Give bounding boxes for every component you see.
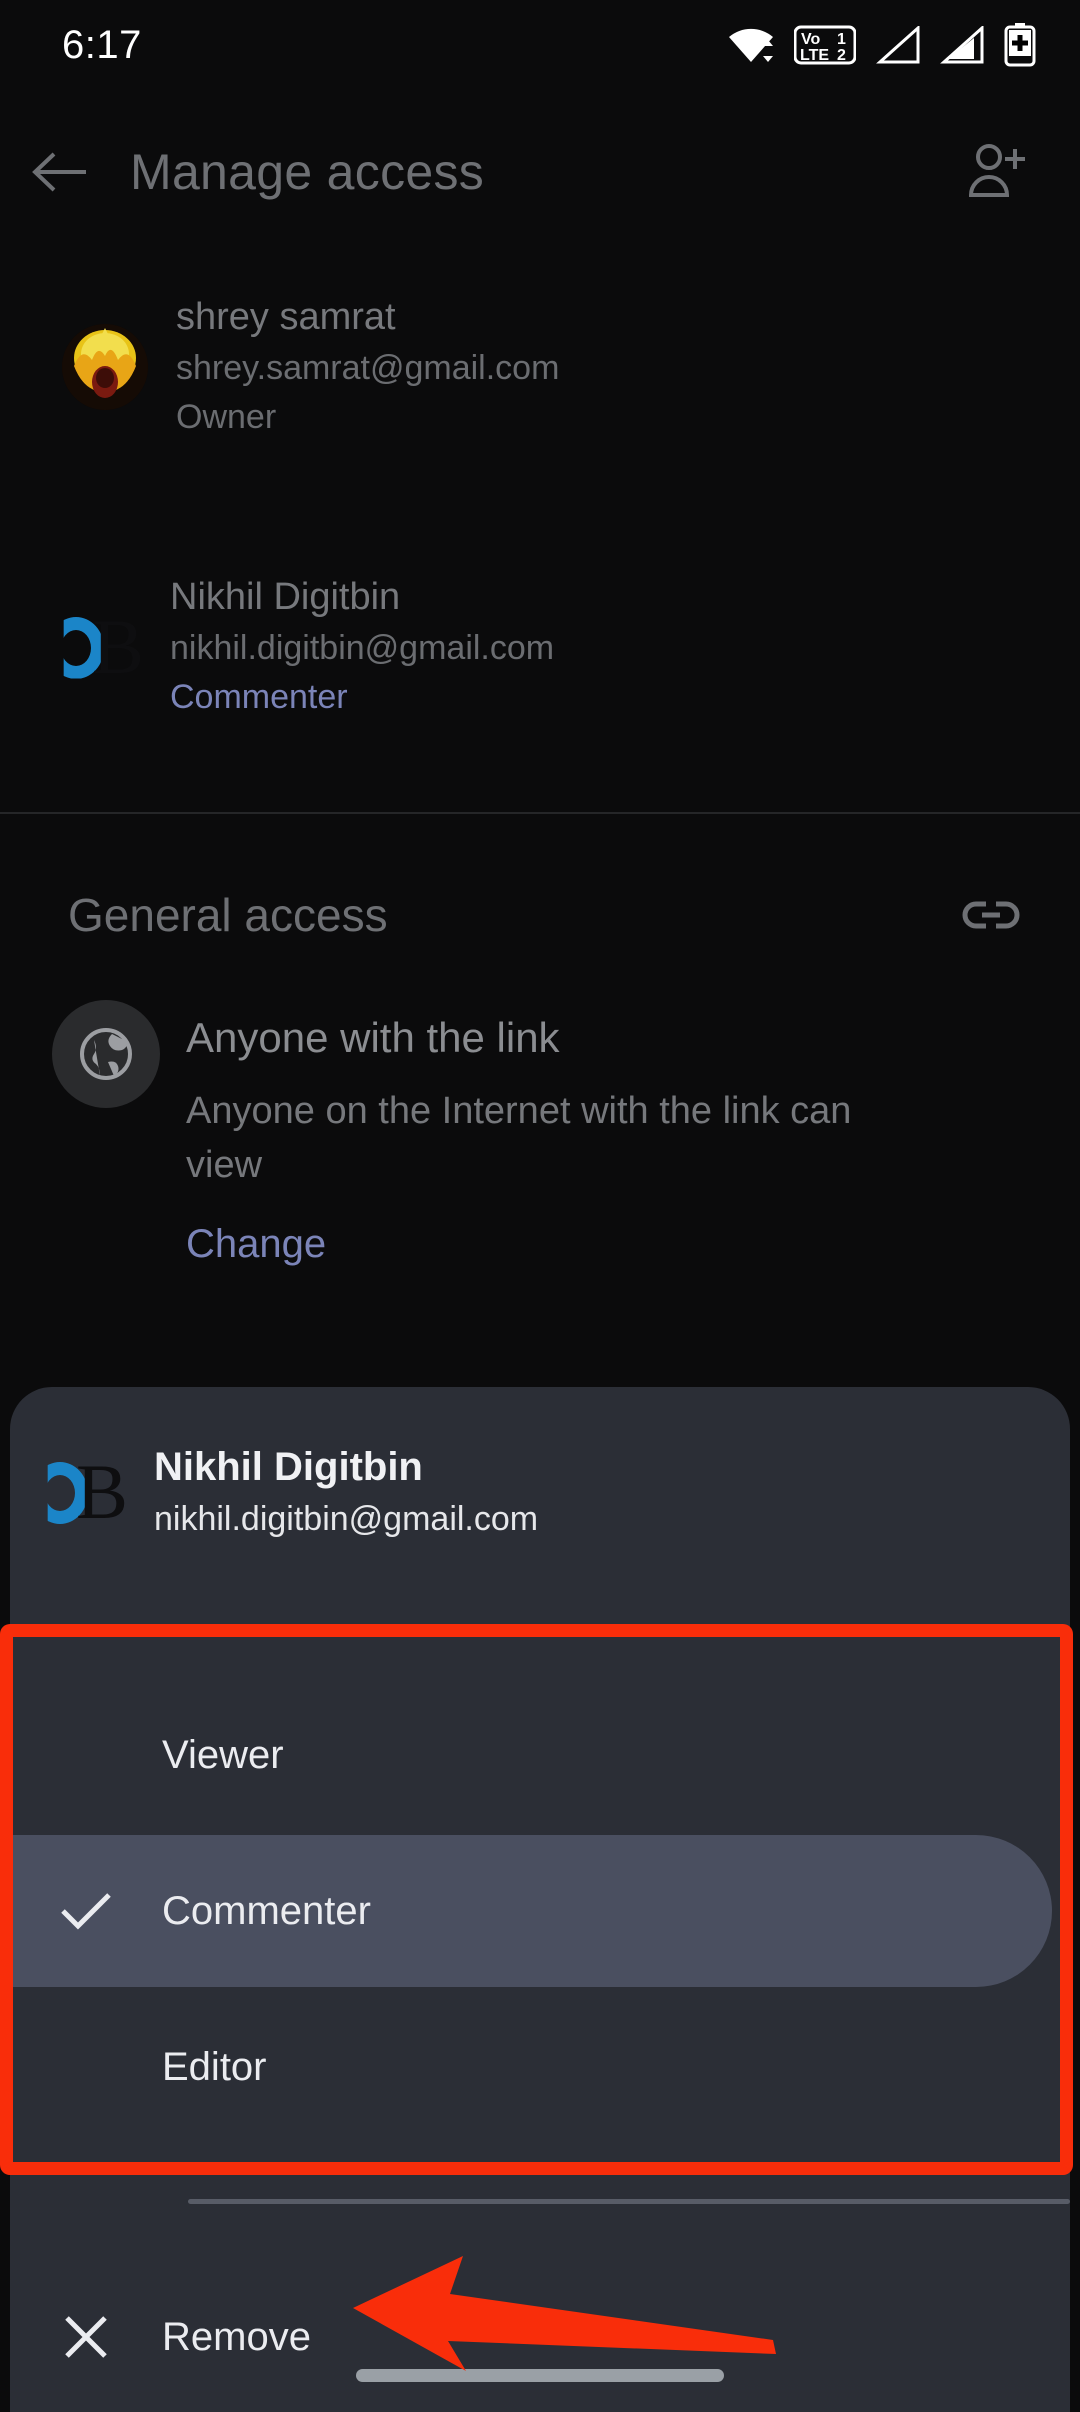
role-picker-bottom-sheet: B Nikhil Digitbin nikhil.digitbin@gmail.… bbox=[10, 1387, 1070, 2412]
remove-access-label: Remove bbox=[162, 2314, 311, 2359]
person-email: shrey.samrat@gmail.com bbox=[176, 349, 560, 387]
phone-screen: 6:17 Vo LTE 1 2 Manage access shrey samr… bbox=[0, 0, 1080, 2412]
db-logo-avatar: B bbox=[40, 604, 160, 690]
role-option-label: Commenter bbox=[162, 1888, 371, 1933]
person-info: shrey samrat shrey.samrat@gmail.com Owne… bbox=[176, 296, 559, 437]
wifi-icon bbox=[729, 28, 773, 62]
svg-text:2: 2 bbox=[837, 47, 846, 64]
role-option-label: Editor bbox=[162, 2044, 267, 2089]
signal-sim2-icon bbox=[940, 26, 984, 64]
person-add-icon bbox=[968, 144, 1025, 197]
globe-icon-circle bbox=[52, 1000, 160, 1108]
arrow-back-icon bbox=[32, 152, 86, 192]
person-row-commenter[interactable]: B Nikhil Digitbin nikhil.digitbin@gmail.… bbox=[0, 576, 1080, 717]
check-icon bbox=[61, 1893, 111, 1930]
role-option-commenter[interactable]: Commenter bbox=[10, 1835, 1052, 1987]
copy-link-button[interactable] bbox=[936, 898, 1046, 932]
general-access-header: General access bbox=[0, 860, 1080, 970]
person-info: Nikhil Digitbin nikhil.digitbin@gmail.co… bbox=[170, 576, 554, 717]
options-scroll-divider bbox=[188, 2199, 1070, 2204]
back-button[interactable] bbox=[0, 149, 120, 195]
sheet-user-info: Nikhil Digitbin nikhil.digitbin@gmail.co… bbox=[154, 1445, 538, 1539]
add-person-button[interactable] bbox=[936, 143, 1056, 201]
db-logo-b-letter: B bbox=[76, 1448, 129, 1535]
avatar bbox=[62, 323, 148, 410]
sheet-user-email: nikhil.digitbin@gmail.com bbox=[154, 1500, 539, 1538]
sheet-user-name: Nikhil Digitbin bbox=[154, 1445, 423, 1489]
db-logo-b-letter: B bbox=[92, 602, 145, 690]
status-bar-icons: Vo LTE 1 2 bbox=[728, 23, 1036, 67]
status-bar-clock: 6:17 bbox=[62, 22, 142, 67]
person-name: Nikhil Digitbin bbox=[170, 576, 401, 618]
person-name: shrey samrat bbox=[176, 296, 396, 338]
volte-dual-sim-icon: Vo LTE 1 2 bbox=[794, 25, 856, 65]
close-x-icon bbox=[65, 2316, 107, 2358]
person-row-owner[interactable]: shrey samrat shrey.samrat@gmail.com Owne… bbox=[0, 296, 1080, 437]
person-email: nikhil.digitbin@gmail.com bbox=[170, 629, 555, 667]
signal-sim1-icon bbox=[876, 26, 920, 64]
general-access-title: General access bbox=[68, 889, 388, 941]
app-bar: Manage access bbox=[0, 112, 1080, 232]
page-title: Manage access bbox=[130, 144, 485, 200]
battery-saver-icon bbox=[1004, 23, 1036, 67]
svg-text:1: 1 bbox=[837, 31, 846, 48]
role-option-editor[interactable]: Editor bbox=[10, 1991, 1070, 2143]
svg-text:Vo: Vo bbox=[801, 31, 820, 48]
general-access-row[interactable]: Anyone with the link Anyone on the Inter… bbox=[0, 1000, 1080, 1267]
link-chain-icon bbox=[962, 901, 1020, 929]
role-option-viewer[interactable]: Viewer bbox=[10, 1679, 1070, 1831]
flame-avatar-art bbox=[62, 323, 148, 410]
sheet-user-header: B Nikhil Digitbin nikhil.digitbin@gmail.… bbox=[10, 1445, 1070, 1539]
role-option-label: Viewer bbox=[162, 1732, 284, 1777]
general-access-texts: Anyone with the link Anyone on the Inter… bbox=[186, 1000, 876, 1267]
general-access-description: Anyone on the Internet with the link can… bbox=[186, 1090, 852, 1186]
general-access-name: Anyone with the link bbox=[186, 1014, 560, 1061]
status-bar: 6:17 Vo LTE 1 2 bbox=[0, 0, 1080, 90]
flame-photo-avatar bbox=[62, 323, 148, 410]
section-divider bbox=[0, 812, 1080, 814]
role-check-slot bbox=[10, 1891, 162, 1931]
person-role: Owner bbox=[176, 398, 277, 436]
home-gesture-bar[interactable] bbox=[356, 2369, 724, 2382]
globe-icon bbox=[80, 1028, 132, 1080]
svg-text:LTE: LTE bbox=[800, 47, 829, 64]
db-logo-avatar: B bbox=[24, 1449, 144, 1535]
remove-icon-slot bbox=[10, 2313, 162, 2361]
change-access-link[interactable]: Change bbox=[186, 1222, 876, 1267]
person-role-link[interactable]: Commenter bbox=[170, 678, 554, 717]
